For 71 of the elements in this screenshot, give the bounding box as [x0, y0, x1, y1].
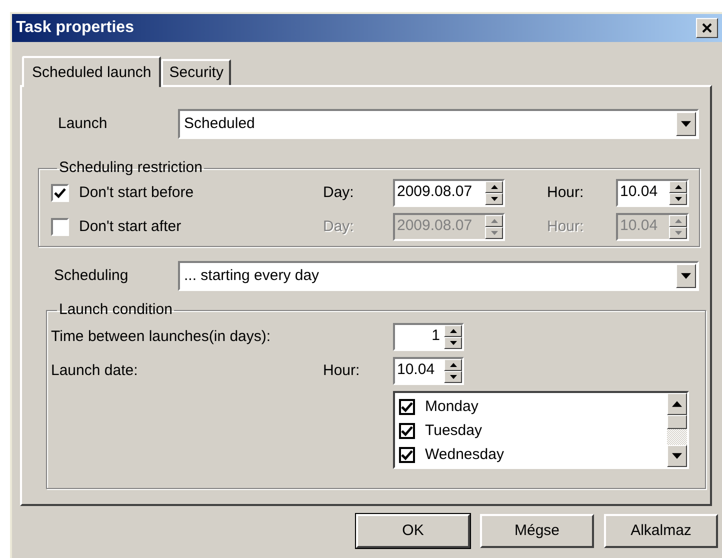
check-icon — [401, 401, 413, 413]
field-label: Launch — [58, 114, 108, 134]
up-arrow-icon — [674, 219, 682, 223]
spin-down-button[interactable] — [669, 193, 687, 205]
field-label: Day: — [323, 182, 355, 203]
dropdown-button[interactable] — [676, 112, 696, 136]
field-label: Hour: — [547, 216, 585, 237]
check-icon — [54, 187, 66, 199]
spin-up-button[interactable] — [444, 325, 462, 337]
down-arrow-icon — [672, 453, 682, 459]
up-arrow-icon — [450, 363, 456, 367]
checkbox[interactable] — [399, 399, 415, 415]
up-arrow-icon — [674, 185, 682, 189]
checkbox[interactable] — [399, 423, 415, 439]
tab[interactable]: Scheduled launch — [22, 56, 162, 87]
spin-down-button[interactable] — [444, 337, 462, 349]
close-button[interactable] — [696, 18, 718, 38]
dialog-button[interactable]: Mégse — [480, 514, 594, 548]
spin-field[interactable]: 2009.08.07 — [393, 179, 505, 207]
dialog-button[interactable]: Alkalmaz — [604, 514, 718, 548]
dialog-button[interactable]: OK — [356, 514, 470, 548]
down-arrow-icon — [490, 231, 498, 235]
down-arrow-icon — [490, 197, 498, 201]
field-label: Scheduling — [54, 266, 130, 286]
up-arrow-icon — [450, 329, 456, 333]
window-title: Task properties — [16, 18, 134, 38]
group-title: Scheduling restriction — [58, 159, 204, 177]
scroll-up-button[interactable] — [667, 393, 687, 415]
day-label: Wednesday — [425, 444, 504, 465]
checkbox-label: Don't start before — [78, 182, 195, 203]
field-label: Day: — [323, 216, 355, 237]
spin-up-button[interactable] — [444, 359, 462, 371]
scroll-track[interactable] — [667, 429, 687, 445]
spin-down-button[interactable] — [444, 371, 462, 383]
dropdown-field[interactable]: ... starting every day — [178, 261, 699, 291]
field-label: Hour: — [547, 182, 585, 203]
spin-field[interactable]: 10.04 — [393, 357, 464, 385]
day-label: Tuesday — [425, 420, 482, 441]
caret-icon — [681, 273, 691, 279]
scrollbar[interactable] — [667, 393, 687, 467]
up-arrow-icon — [672, 401, 682, 407]
spin-up-button[interactable] — [485, 181, 503, 193]
dropdown-field[interactable]: Scheduled — [178, 109, 699, 139]
checkbox-label: Don't start after — [78, 216, 182, 237]
field-label: Hour: — [323, 360, 361, 381]
checkbox[interactable] — [399, 447, 415, 463]
scroll-down-button[interactable] — [667, 445, 687, 467]
down-arrow-icon — [450, 375, 456, 379]
caret-icon — [681, 121, 691, 127]
down-arrow-icon — [674, 197, 682, 201]
spin-field[interactable]: 10.04 — [616, 179, 689, 207]
spin-up-button[interactable] — [669, 181, 687, 193]
spin-field[interactable]: 1 — [393, 323, 464, 351]
up-arrow-icon — [490, 219, 498, 223]
up-arrow-icon — [490, 185, 498, 189]
field-label: Launch date: — [51, 360, 139, 381]
close-icon — [702, 23, 712, 33]
dropdown-button[interactable] — [676, 264, 696, 288]
spin-down-button[interactable] — [485, 193, 503, 205]
field-label: Time between launches(in days): — [51, 326, 272, 347]
tab[interactable]: Security — [161, 59, 232, 85]
spin-field: 2009.08.07 — [393, 213, 505, 241]
check-icon — [401, 449, 413, 461]
scroll-thumb[interactable] — [667, 415, 687, 429]
check-icon — [401, 425, 413, 437]
spin-field: 10.04 — [616, 213, 689, 241]
checkbox[interactable] — [51, 184, 69, 202]
down-arrow-icon — [674, 231, 682, 235]
down-arrow-icon — [450, 341, 456, 345]
group-title: Launch condition — [58, 301, 174, 319]
day-label: Monday — [425, 396, 478, 417]
